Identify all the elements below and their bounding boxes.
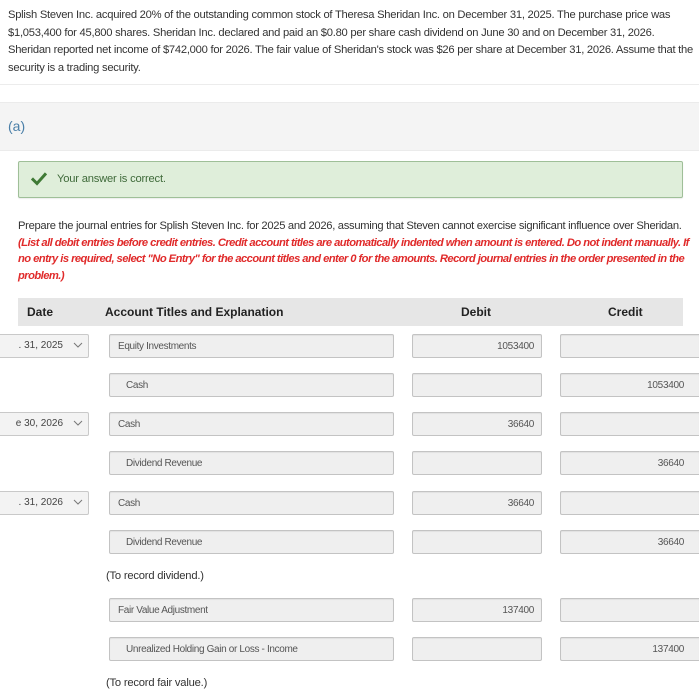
debit-field[interactable]: 36640 <box>412 412 542 436</box>
credit-field[interactable] <box>560 334 699 358</box>
account-field[interactable]: Cash <box>109 412 394 436</box>
section-header: (a) <box>0 102 699 151</box>
account-field[interactable]: Cash <box>109 491 394 515</box>
section-label: (a) <box>8 118 26 134</box>
debit-field[interactable] <box>412 530 542 554</box>
problem-statement: Splish Steven Inc. acquired 20% of the o… <box>8 9 693 74</box>
chevron-down-icon <box>73 499 83 505</box>
credit-field[interactable]: 137400 <box>560 637 699 661</box>
header-debit: Debit <box>461 305 491 319</box>
account-value: Cash <box>118 419 140 430</box>
date-select[interactable]: . 31, 2026 <box>0 491 89 515</box>
credit-value: 36640 <box>657 537 685 548</box>
check-icon <box>31 172 47 186</box>
account-field[interactable]: Dividend Revenue <box>109 530 394 554</box>
date-value: . 31, 2025 <box>18 340 63 351</box>
divider <box>0 84 699 85</box>
account-value: Dividend Revenue <box>126 537 203 548</box>
entry-explanation: (To record fair value.) <box>106 677 208 689</box>
debit-field[interactable]: 1053400 <box>412 334 542 358</box>
feedback-message: Your answer is correct. <box>57 173 166 185</box>
debit-value: 36640 <box>507 498 535 509</box>
account-value: Cash <box>118 498 140 509</box>
date-value: . 31, 2026 <box>18 497 63 508</box>
instructions-text: Prepare the journal entries for Splish S… <box>18 220 682 232</box>
account-field[interactable]: Dividend Revenue <box>109 451 394 475</box>
credit-field[interactable]: 36640 <box>560 451 699 475</box>
debit-value: 1053400 <box>497 341 534 352</box>
debit-field[interactable] <box>412 637 542 661</box>
header-date: Date <box>27 305 54 319</box>
credit-field[interactable]: 1053400 <box>560 373 699 397</box>
debit-value: 36640 <box>507 419 535 430</box>
credit-field[interactable]: 36640 <box>560 530 699 554</box>
credit-field[interactable] <box>560 491 699 515</box>
credit-field[interactable] <box>560 598 699 622</box>
debit-field[interactable] <box>412 451 542 475</box>
account-value: Dividend Revenue <box>126 458 203 469</box>
date-select[interactable]: e 30, 2026 <box>0 412 89 436</box>
credit-field[interactable] <box>560 412 699 436</box>
date-select[interactable]: . 31, 2025 <box>0 334 89 358</box>
instructions-note: (List all debit entries before credit en… <box>18 236 689 282</box>
feedback-banner: Your answer is correct. <box>18 161 683 198</box>
journal-table-header: Date Account Titles and Explanation Debi… <box>18 298 683 326</box>
account-value: Cash <box>126 380 148 391</box>
credit-value: 1053400 <box>647 380 684 391</box>
debit-field[interactable] <box>412 373 542 397</box>
account-value: Equity Investments <box>118 341 197 352</box>
instructions: Prepare the journal entries for Splish S… <box>18 218 690 284</box>
account-value: Unrealized Holding Gain or Loss - Income <box>126 644 298 655</box>
account-field[interactable]: Unrealized Holding Gain or Loss - Income <box>109 637 394 661</box>
account-value: Fair Value Adjustment <box>118 605 208 616</box>
account-field[interactable]: Fair Value Adjustment <box>109 598 394 622</box>
credit-value: 137400 <box>652 644 684 655</box>
entry-explanation: (To record dividend.) <box>106 570 204 582</box>
date-value: e 30, 2026 <box>15 418 63 429</box>
debit-field[interactable]: 137400 <box>412 598 542 622</box>
debit-field[interactable]: 36640 <box>412 491 542 515</box>
chevron-down-icon <box>73 342 83 348</box>
header-account: Account Titles and Explanation <box>105 305 284 319</box>
account-field[interactable]: Cash <box>109 373 394 397</box>
chevron-down-icon <box>73 420 83 426</box>
debit-value: 137400 <box>502 605 534 616</box>
header-credit: Credit <box>608 305 643 319</box>
credit-value: 36640 <box>657 458 685 469</box>
account-field[interactable]: Equity Investments <box>109 334 394 358</box>
